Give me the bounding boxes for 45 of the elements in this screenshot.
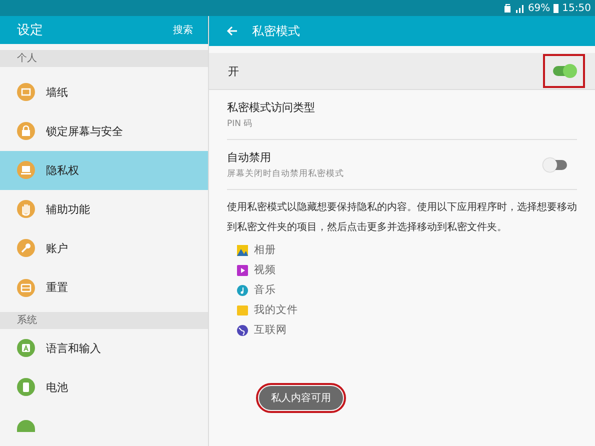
app-name: 音乐 bbox=[254, 283, 276, 297]
menu-item-label: 辅助功能 bbox=[46, 202, 90, 217]
settings-menu-item[interactable]: 语言和输入 bbox=[0, 328, 208, 368]
description-text: 使用私密模式以隐藏想要保持隐私的内容。使用以下应用程序时，选择想要移动到私密文件夹的项目，然后点击更多并选择移动到私密文件夹。 bbox=[227, 200, 578, 235]
gallery-icon bbox=[237, 244, 248, 256]
setting-subtitle: PIN 码 bbox=[227, 118, 254, 130]
settings-menu-item[interactable]: 重置 bbox=[0, 268, 208, 308]
page-title: 私密模式 bbox=[252, 22, 300, 40]
switch-label: 开 bbox=[228, 64, 239, 78]
menu-item-label: 墙纸 bbox=[46, 84, 68, 100]
settings-menu-item[interactable]: 隐私权 bbox=[0, 150, 208, 190]
settings-menu-item[interactable]: 账户 bbox=[0, 228, 208, 268]
battery-percent: 69% bbox=[528, 2, 550, 14]
sim-icon bbox=[504, 3, 512, 13]
menu-item-label: 语言和输入 bbox=[46, 340, 101, 356]
app-name: 我的文件 bbox=[254, 303, 298, 317]
toast-message: 私人内容可用 bbox=[259, 386, 343, 410]
section-header: 个人 bbox=[0, 50, 208, 67]
menu-item-label: 重置 bbox=[46, 280, 68, 295]
app-name: 视频 bbox=[254, 263, 276, 277]
settings-menu-item[interactable]: 电池 bbox=[0, 368, 208, 407]
settings-menu-item[interactable]: 墙纸 bbox=[0, 72, 208, 112]
battery-icon bbox=[553, 3, 560, 13]
section-header: 系统 bbox=[0, 312, 208, 329]
app-title: 设定 bbox=[17, 22, 43, 39]
setting-title: 自动禁用 bbox=[227, 150, 272, 165]
settings-menu-item[interactable]: 辅助功能 bbox=[0, 190, 208, 229]
globe-icon bbox=[237, 324, 248, 336]
clock: 15:50 bbox=[562, 2, 591, 14]
settings-menu-item[interactable]: 锁定屏幕与安全 bbox=[0, 112, 208, 151]
play-icon bbox=[237, 264, 248, 276]
menu-item-label: 锁定屏幕与安全 bbox=[46, 124, 123, 139]
signal-icon bbox=[514, 3, 525, 13]
back-icon[interactable] bbox=[226, 25, 238, 37]
setting-title: 私密模式访问类型 bbox=[227, 100, 315, 115]
menu-item-label: 电池 bbox=[46, 380, 68, 395]
music-note-icon bbox=[237, 284, 248, 296]
menu-item-label: 隐私权 bbox=[46, 162, 79, 178]
setting-subtitle: 屏幕关闭时自动禁用私密模式 bbox=[227, 168, 344, 180]
toggle-switch[interactable] bbox=[545, 160, 567, 170]
toggle-switch[interactable] bbox=[553, 66, 575, 76]
folder-icon bbox=[237, 304, 248, 316]
app-name: 相册 bbox=[254, 243, 276, 257]
menu-item-label: 账户 bbox=[46, 240, 68, 256]
app-name: 互联网 bbox=[254, 323, 287, 337]
